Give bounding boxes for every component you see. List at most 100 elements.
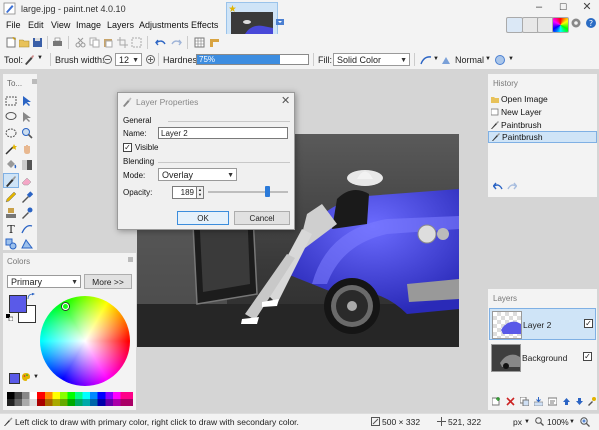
antialiasing-icon[interactable] xyxy=(420,55,432,65)
layer-name-input[interactable]: Layer 2 xyxy=(158,127,288,139)
help-icon[interactable]: ? xyxy=(585,17,597,29)
crop-icon[interactable] xyxy=(117,37,128,48)
menu-effects[interactable]: Effects xyxy=(191,20,218,30)
cancel-button[interactable]: Cancel xyxy=(234,211,290,225)
paste-icon[interactable] xyxy=(103,37,114,48)
increase-width-icon[interactable] xyxy=(146,55,155,64)
blend-mode-select[interactable]: Overlay ▼ xyxy=(158,168,237,181)
lasso-select-icon[interactable] xyxy=(5,111,17,123)
opacity-slider-track[interactable] xyxy=(208,191,288,193)
history-redo-icon[interactable] xyxy=(507,182,517,191)
cut-icon[interactable] xyxy=(75,37,86,48)
opacity-spinner[interactable]: ▲ ▼ xyxy=(197,186,204,199)
layer-options-icon[interactable] xyxy=(587,397,596,406)
fill-select[interactable]: Solid Color ▼ xyxy=(333,53,410,66)
visible-checkbox[interactable]: ✓ xyxy=(123,143,132,152)
history-item-selected[interactable]: Paintbrush xyxy=(488,131,597,143)
menu-file[interactable]: File xyxy=(6,20,21,30)
merge-layer-down-icon[interactable] xyxy=(534,397,543,406)
decrease-width-icon[interactable] xyxy=(103,55,112,64)
ok-button[interactable]: OK xyxy=(177,211,229,225)
settings-gear-icon[interactable] xyxy=(570,17,582,29)
menu-edit[interactable]: Edit xyxy=(28,20,44,30)
maximize-button[interactable]: ☐ xyxy=(551,0,575,16)
panel-close-icon[interactable] xyxy=(32,79,37,84)
antialiasing-dropdown-icon[interactable]: ▼ xyxy=(433,56,439,62)
zoom-icon[interactable] xyxy=(21,127,33,139)
tools-window-icon[interactable] xyxy=(506,17,523,33)
grid-icon[interactable] xyxy=(194,37,205,48)
color-wheel[interactable] xyxy=(40,296,130,386)
history-item[interactable]: Paintbrush xyxy=(488,119,597,131)
blend-mode-dropdown-icon[interactable]: ▼ xyxy=(485,56,491,62)
blend-mode-value[interactable]: Normal xyxy=(455,55,484,65)
menu-image[interactable]: Image xyxy=(76,20,101,30)
save-icon[interactable] xyxy=(32,37,43,48)
zoom-level[interactable]: 100% xyxy=(547,417,569,427)
add-layer-icon[interactable] xyxy=(492,397,501,406)
palette-dropdown-icon[interactable]: ▼ xyxy=(33,374,39,380)
print-icon[interactable] xyxy=(52,37,63,48)
current-color-chip[interactable] xyxy=(9,373,20,384)
palette-select[interactable]: Primary ▼ xyxy=(7,275,81,288)
layer-row[interactable]: Background ✓ xyxy=(489,342,596,374)
layer-visible-checkbox[interactable]: ✓ xyxy=(584,319,593,328)
primary-color-swatch[interactable] xyxy=(9,295,27,313)
colors-window-icon[interactable] xyxy=(552,17,569,33)
menu-adjustments[interactable]: Adjustments xyxy=(139,20,189,30)
units-dropdown-icon[interactable]: ▼ xyxy=(524,419,530,425)
palette-colors-row-2[interactable] xyxy=(7,399,133,406)
ruler-icon[interactable] xyxy=(209,37,220,48)
minimize-button[interactable]: – xyxy=(527,0,551,16)
duplicate-layer-icon[interactable] xyxy=(520,397,529,406)
color-wheel-cursor[interactable] xyxy=(62,303,69,310)
layer-visible-checkbox[interactable]: ✓ xyxy=(583,352,592,361)
move-selection-icon[interactable] xyxy=(21,111,33,123)
layer-properties-icon[interactable] xyxy=(548,397,557,406)
line-curve-icon[interactable] xyxy=(21,223,33,235)
move-selected-icon[interactable] xyxy=(21,95,33,107)
visible-label[interactable]: Visible xyxy=(135,143,158,152)
history-undo-icon[interactable] xyxy=(493,182,503,191)
new-file-icon[interactable] xyxy=(6,37,17,48)
pan-hand-icon[interactable] xyxy=(21,143,33,155)
magic-wand-icon[interactable] xyxy=(5,143,17,155)
opacity-slider-thumb[interactable] xyxy=(265,186,271,197)
copy-icon[interactable] xyxy=(89,37,100,48)
tab-dropdown-icon[interactable] xyxy=(276,18,284,26)
ellipse-select-icon[interactable] xyxy=(5,127,17,139)
swap-colors-icon[interactable] xyxy=(27,293,35,301)
shapes-icon[interactable] xyxy=(5,238,17,250)
paintbrush-tool-icon[interactable] xyxy=(24,54,35,65)
opacity-input[interactable]: 189 xyxy=(172,186,197,199)
zoom-icon[interactable] xyxy=(535,417,544,426)
gradient-icon[interactable] xyxy=(21,159,33,171)
rectangle-select-icon[interactable] xyxy=(5,95,17,107)
tool-dropdown-icon[interactable]: ▼ xyxy=(37,55,43,61)
zoom-dropdown-icon[interactable]: ▼ xyxy=(569,419,575,425)
reset-colors-icon[interactable] xyxy=(6,314,13,321)
color-picker-icon[interactable] xyxy=(21,191,33,203)
panel-close-icon[interactable] xyxy=(128,257,133,262)
palette-colors-row-1[interactable] xyxy=(7,392,133,399)
paint-bucket-icon[interactable] xyxy=(5,159,17,171)
brush-width-select[interactable]: 12 ▼ xyxy=(115,53,142,66)
dialog-close-icon[interactable]: ✕ xyxy=(281,94,290,107)
open-file-icon[interactable] xyxy=(19,37,30,48)
selection-mode-icon[interactable] xyxy=(494,54,506,66)
move-layer-down-icon[interactable] xyxy=(575,397,584,406)
paintnet-app-icon[interactable] xyxy=(3,2,16,15)
recolor-icon[interactable] xyxy=(21,207,33,219)
deselect-icon[interactable] xyxy=(131,37,142,48)
move-layer-up-icon[interactable] xyxy=(562,397,571,406)
text-tool-icon[interactable]: T xyxy=(5,223,17,235)
close-button[interactable]: ✕ xyxy=(575,0,599,16)
history-item[interactable]: New Layer xyxy=(488,106,597,118)
layer-row-selected[interactable]: Layer 2 ✓ xyxy=(489,308,596,340)
more-colors-button[interactable]: More >> xyxy=(84,274,132,289)
hardness-slider[interactable]: 75% xyxy=(196,54,309,65)
history-item[interactable]: Open Image xyxy=(488,93,597,105)
menu-view[interactable]: View xyxy=(51,20,70,30)
freeform-shape-icon[interactable] xyxy=(21,238,33,250)
eraser-icon[interactable] xyxy=(21,175,33,187)
